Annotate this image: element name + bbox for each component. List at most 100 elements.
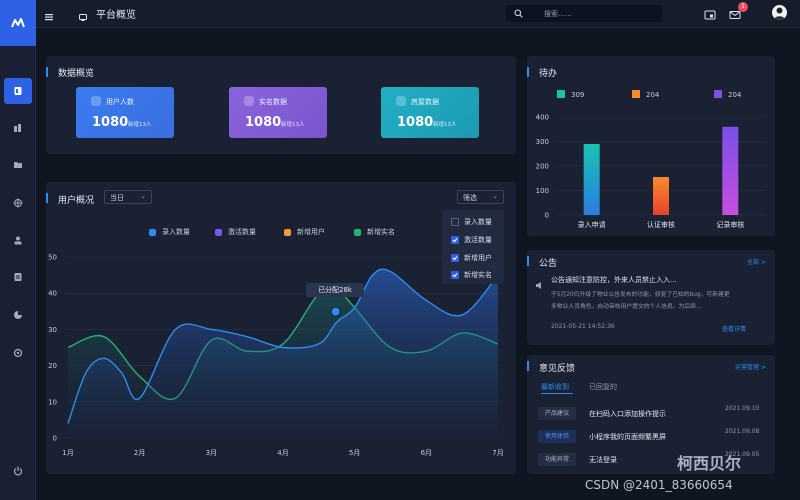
avatar[interactable]	[772, 5, 787, 20]
bar-icon[interactable]	[0, 115, 36, 141]
operations-link[interactable]: 运营管理 >	[735, 362, 766, 371]
checkbox[interactable]	[451, 254, 459, 262]
stat-sub: 新增13人	[433, 122, 457, 128]
watermark-brand: 柯西贝尔	[677, 454, 742, 473]
y-tick-label: 400	[536, 114, 549, 122]
x-tick-label: 1月	[62, 449, 73, 457]
stat-card-realname[interactable]: 实名数据 1080 新增13人	[229, 87, 327, 138]
checkbox[interactable]	[451, 271, 459, 279]
notice-all-link[interactable]: 全部 >	[747, 257, 766, 266]
y-tick-label: 40	[48, 290, 57, 298]
checkbox[interactable]	[451, 236, 459, 244]
stat-card-house[interactable]: 房屋数据 1080 新增13人	[381, 87, 479, 138]
watermark-csdn: CSDN @2401_83660654	[585, 478, 733, 492]
stat-card-users[interactable]: 用户人数 1080 新增13人	[76, 87, 174, 138]
legend-swatch	[149, 228, 156, 236]
filter-option-label: 新增用户	[464, 254, 492, 262]
title-bar	[46, 67, 48, 77]
filter-option-label: 新增实名	[464, 271, 492, 279]
tab-indicator	[541, 393, 573, 394]
mail-badge: 1	[738, 2, 748, 12]
speaker-icon	[535, 275, 544, 294]
filter-option[interactable]: 激活数量	[451, 235, 492, 245]
search-input[interactable]: 搜索……	[506, 5, 662, 22]
x-tick-label: 7月	[492, 449, 503, 457]
legend-label: 录入数量	[162, 228, 190, 236]
legend-item[interactable]: 录入数量	[149, 227, 190, 237]
notice-title: 公告	[539, 259, 558, 269]
feedback-text: 在扫码入口添加操作提示	[589, 410, 666, 418]
home-icon	[78, 7, 88, 26]
logo-icon[interactable]	[0, 0, 36, 46]
search-placeholder: 搜索……	[544, 9, 572, 18]
left-nav	[0, 0, 36, 500]
checkbox[interactable]	[451, 218, 459, 226]
chart-tooltip: 已分配28k	[306, 283, 364, 297]
y-tick-label: 10	[48, 398, 57, 406]
house-icon	[396, 96, 406, 106]
filter-option[interactable]: 录入数量	[451, 217, 492, 227]
stat-label: 实名数据	[259, 98, 287, 106]
legend-label: 309	[571, 91, 584, 99]
todo-title: 待办	[539, 69, 558, 79]
legend-item[interactable]: 激活数量	[215, 227, 256, 237]
bar[interactable]	[722, 126, 739, 215]
filter-option[interactable]: 新增用户	[451, 253, 492, 263]
tab-latest[interactable]: 最新收到	[541, 382, 569, 392]
y-tick-label: 200	[536, 163, 549, 171]
legend-label: 激活数量	[228, 228, 256, 236]
feedback-tag: 使用体验	[538, 430, 577, 443]
filter-label: 筛选	[463, 194, 477, 202]
feedback-tag: 功能异常	[538, 453, 577, 466]
page-title: 平台概览	[96, 10, 136, 21]
notice-headline[interactable]: 公告通知注意防控，外来人员禁止入入...	[551, 275, 677, 285]
period-select-value: 当日	[110, 194, 124, 202]
stat-value: 1080	[245, 115, 282, 130]
feedback-item[interactable]: 产品建议 在扫码入口添加操作提示 2021.09.10	[538, 405, 768, 421]
legend-swatch	[215, 228, 222, 236]
screen-icon[interactable]	[704, 6, 716, 25]
series-area	[68, 269, 498, 438]
user-icon	[91, 96, 101, 106]
y-tick-label: 100	[536, 187, 549, 195]
user-icon[interactable]	[0, 227, 36, 253]
legend-swatch	[714, 90, 722, 98]
settings-icon[interactable]	[0, 340, 36, 366]
period-select[interactable]: 当日 ⌄	[104, 190, 152, 204]
filter-option-label: 激活数量	[464, 236, 492, 244]
x-tick-label: 认证审核	[647, 220, 675, 229]
highlight-point[interactable]	[330, 306, 341, 317]
user-overview-title: 用户概况	[58, 196, 95, 206]
feedback-title: 意见反馈	[539, 364, 576, 374]
y-tick-label: 20	[48, 362, 57, 370]
legend-item[interactable]: 新增实名	[354, 227, 395, 237]
feedback-date: 2021.09.08	[725, 428, 760, 435]
legend-swatch	[557, 90, 565, 98]
legend-item[interactable]: 新增用户	[284, 227, 325, 237]
search-icon	[514, 9, 523, 18]
bar[interactable]	[583, 143, 600, 215]
doc-icon[interactable]	[0, 264, 36, 290]
legend-swatch	[284, 228, 291, 236]
notice-detail-link[interactable]: 查看详情	[722, 324, 746, 333]
filter-select[interactable]: 筛选 ⌄	[457, 190, 504, 204]
tab-replied[interactable]: 已回复的	[589, 382, 617, 392]
power-icon[interactable]	[0, 458, 36, 484]
feedback-date: 2021.09.10	[725, 405, 760, 412]
dashboard-icon[interactable]	[4, 78, 32, 104]
target-icon[interactable]	[0, 190, 36, 216]
title-bar	[46, 193, 48, 203]
pie-icon[interactable]	[0, 302, 36, 328]
stat-value: 1080	[92, 115, 129, 130]
title-bar	[527, 256, 529, 266]
overview-card: 数据概览 用户人数 1080 新增13人 实名数据 1080 新增13人 房屋数…	[46, 56, 516, 154]
y-tick-label: 0	[53, 435, 57, 443]
feedback-text: 无法登录	[589, 456, 617, 464]
folder-icon[interactable]	[0, 152, 36, 178]
filter-option[interactable]: 新增实名	[451, 270, 492, 280]
legend-label: 新增用户	[297, 228, 325, 236]
filter-dropdown: 录入数量 激活数量 新增用户 新增实名	[442, 210, 504, 284]
bar[interactable]	[653, 177, 669, 215]
feedback-item[interactable]: 使用体验 小程序我的页面频繁黑屏 2021.09.08	[538, 428, 768, 444]
menu-icon[interactable]	[44, 7, 54, 26]
